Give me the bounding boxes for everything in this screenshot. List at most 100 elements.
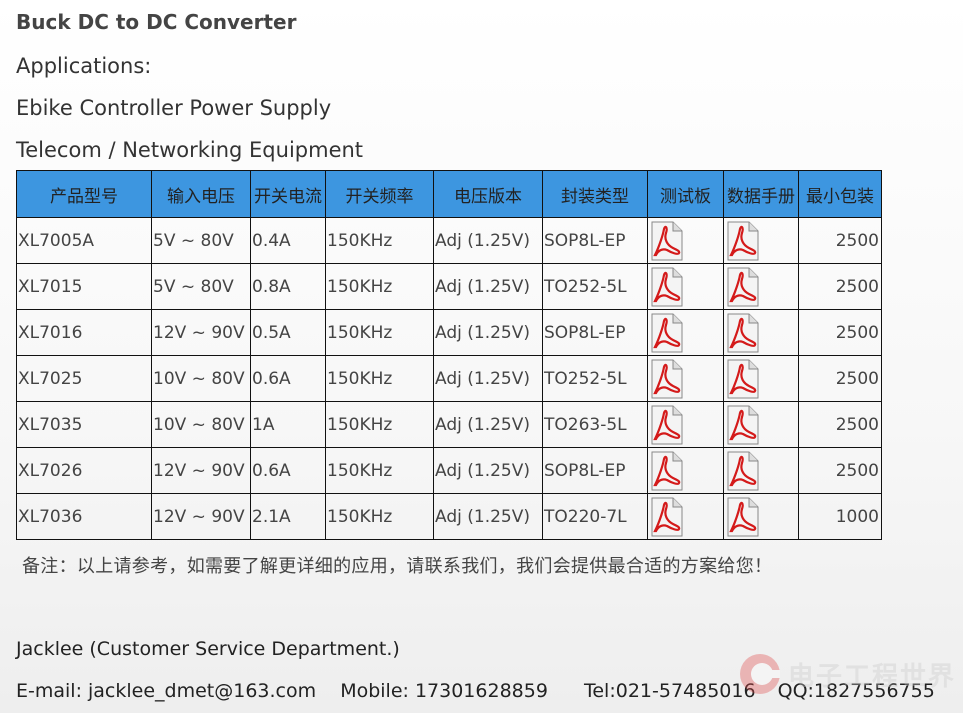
table-row: XL7005A 5V ~ 80V 0.4A 150KHz Adj (1.25V) SOP8… [16, 217, 882, 264]
cell-package: SOP8L-EP [542, 217, 648, 264]
col-header-input-voltage: 输入电压 [151, 170, 251, 218]
cell-freq: 150KHz [325, 447, 434, 494]
cell-freq: 150KHz [325, 309, 434, 356]
cell-test-board [647, 263, 724, 310]
pdf-file-icon[interactable] [649, 267, 685, 307]
cell-datasheet [723, 447, 799, 494]
cell-current: 1A [250, 401, 326, 448]
contact-email[interactable]: E-mail: jacklee_dmet@163.com [16, 680, 316, 702]
cell-version: Adj (1.25V) [433, 263, 543, 310]
watermark: 电子工程世界 [738, 652, 956, 696]
cell-test-board [647, 309, 724, 356]
watermark-text: 电子工程世界 [788, 661, 957, 692]
note-text: 备注：以上请参考，如需要了解更详细的应用，请联系我们，我们会提供最合适的方案给您… [22, 556, 773, 577]
cell-package: SOP8L-EP [542, 447, 648, 494]
col-header-voltage-version: 电压版本 [433, 170, 543, 218]
cell-model: XL7005A [16, 217, 152, 264]
application-item: Telecom / Networking Equipment [16, 138, 364, 162]
cell-version: Adj (1.25V) [433, 401, 543, 448]
cell-vin: 12V ~ 90V [151, 493, 251, 540]
cell-version: Adj (1.25V) [433, 309, 543, 356]
cell-freq: 150KHz [325, 355, 434, 402]
cell-current: 0.8A [250, 263, 326, 310]
cell-moq: 2500 [798, 447, 882, 494]
pdf-file-icon[interactable] [725, 313, 761, 353]
cell-model: XL7026 [16, 447, 152, 494]
cell-moq: 2500 [798, 355, 882, 402]
cell-version: Adj (1.25V) [433, 217, 543, 264]
pdf-file-icon[interactable] [725, 497, 761, 537]
pdf-file-icon[interactable] [725, 359, 761, 399]
cell-datasheet [723, 401, 799, 448]
cell-vin: 12V ~ 90V [151, 447, 251, 494]
cell-moq: 1000 [798, 493, 882, 540]
page-heading: Buck DC to DC Converter [16, 10, 297, 34]
pdf-file-icon[interactable] [649, 405, 685, 445]
cell-model: XL7035 [16, 401, 152, 448]
cell-version: Adj (1.25V) [433, 447, 543, 494]
cell-package: TO252-5L [542, 263, 648, 310]
cell-model: XL7015 [16, 263, 152, 310]
contact-tel: Tel:021-57485016 [583, 680, 756, 702]
table-row: XL7025 10V ~ 80V 0.6A 150KHz Adj (1.25V) TO25… [16, 355, 882, 402]
cell-model: XL7025 [16, 355, 152, 402]
cell-test-board [647, 217, 724, 264]
table-row: XL7016 12V ~ 90V 0.5A 150KHz Adj (1.25V) SOP8… [16, 309, 882, 356]
cell-datasheet [723, 493, 799, 540]
cell-freq: 150KHz [325, 401, 434, 448]
pdf-file-icon[interactable] [725, 405, 761, 445]
col-header-test-board: 测试板 [647, 170, 724, 218]
cell-current: 2.1A [250, 493, 326, 540]
pdf-file-icon[interactable] [649, 497, 685, 537]
cell-vin: 12V ~ 90V [151, 309, 251, 356]
pdf-file-icon[interactable] [649, 313, 685, 353]
cell-vin: 10V ~ 80V [151, 401, 251, 448]
cell-freq: 150KHz [325, 493, 434, 540]
cell-test-board [647, 447, 724, 494]
cell-test-board [647, 401, 724, 448]
cell-datasheet [723, 309, 799, 356]
contact-mobile: Mobile: 17301628859 [340, 680, 548, 702]
table-row: XL7036 12V ~ 90V 2.1A 150KHz Adj (1.25V) TO22… [16, 493, 882, 540]
pdf-file-icon[interactable] [649, 359, 685, 399]
pdf-file-icon[interactable] [649, 221, 685, 261]
col-header-model: 产品型号 [16, 170, 152, 218]
cell-version: Adj (1.25V) [433, 355, 543, 402]
cell-vin: 10V ~ 80V [151, 355, 251, 402]
contact-name: Jacklee (Customer Service Department.) [16, 638, 400, 660]
cell-test-board [647, 355, 724, 402]
table-header-row: 产品型号 输入电压 开关电流 开关频率 电压版本 封装类型 测试板 数据手册 最… [16, 170, 882, 218]
cell-datasheet [723, 355, 799, 402]
cell-freq: 150KHz [325, 217, 434, 264]
cell-test-board [647, 493, 724, 540]
col-header-switch-current: 开关电流 [250, 170, 326, 218]
cell-package: SOP8L-EP [542, 309, 648, 356]
pdf-file-icon[interactable] [725, 221, 761, 261]
cell-current: 0.4A [250, 217, 326, 264]
cell-datasheet [723, 263, 799, 310]
cell-current: 0.6A [250, 447, 326, 494]
pdf-file-icon[interactable] [649, 451, 685, 491]
cell-package: TO252-5L [542, 355, 648, 402]
cell-model: XL7016 [16, 309, 152, 356]
cell-package: TO220-7L [542, 493, 648, 540]
cell-moq: 2500 [798, 263, 882, 310]
cell-freq: 150KHz [325, 263, 434, 310]
pdf-file-icon[interactable] [725, 267, 761, 307]
cell-current: 0.5A [250, 309, 326, 356]
cell-moq: 2500 [798, 401, 882, 448]
applications-label: Applications: [16, 54, 152, 78]
table-row: XL7015 5V ~ 80V 0.8A 150KHz Adj (1.25V) TO252… [16, 263, 882, 310]
col-header-switch-frequency: 开关频率 [325, 170, 434, 218]
product-table: 产品型号 输入电压 开关电流 开关频率 电压版本 封装类型 测试板 数据手册 最… [16, 170, 882, 540]
cell-moq: 2500 [798, 217, 882, 264]
pdf-file-icon[interactable] [725, 451, 761, 491]
cell-datasheet [723, 217, 799, 264]
col-header-min-package: 最小包装 [798, 170, 882, 218]
col-header-package: 封装类型 [542, 170, 648, 218]
cell-package: TO263-5L [542, 401, 648, 448]
application-item: Ebike Controller Power Supply [16, 96, 332, 120]
table-row: XL7035 10V ~ 80V 1A 150KHz Adj (1.25V) TO263-… [16, 401, 882, 448]
watermark-logo-icon [740, 654, 780, 694]
col-header-datasheet: 数据手册 [723, 170, 799, 218]
